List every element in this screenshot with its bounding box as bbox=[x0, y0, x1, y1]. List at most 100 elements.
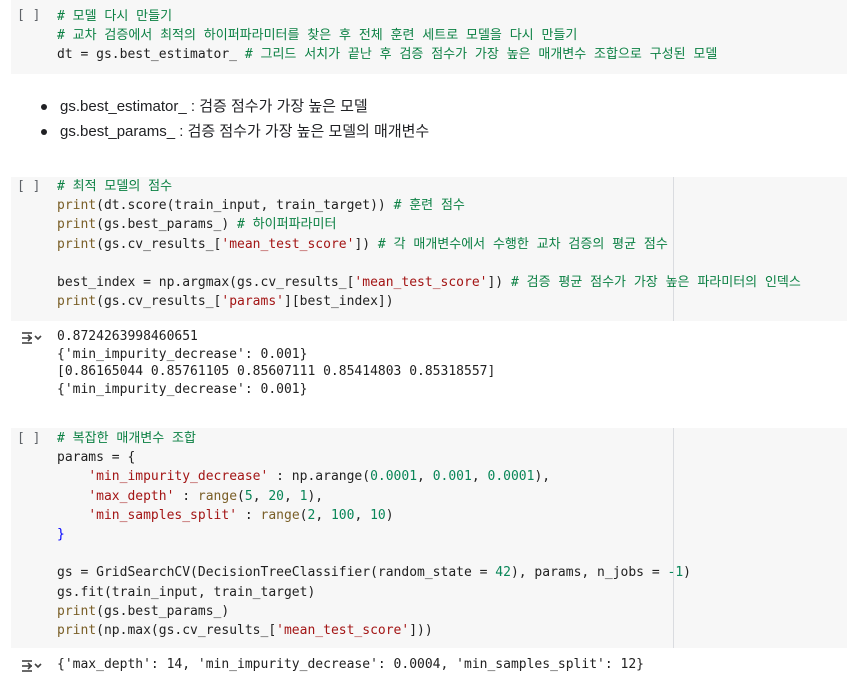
cell-3-output: {'max_depth': 14, 'min_impurity_decrease… bbox=[57, 656, 644, 674]
code-comment: # 모델 다시 만들기 bbox=[57, 9, 173, 24]
code-token: 0.0001 bbox=[370, 469, 418, 485]
code-token: gs = GridSearchCV(DecisionTreeClassifier… bbox=[57, 565, 496, 581]
code-token: (gs.best_params_) bbox=[96, 217, 238, 233]
code-comment: # 그리드 서치가 끝난 후 검증 점수가 가장 높은 매개변수 조합으로 구성… bbox=[244, 47, 718, 63]
output-line: {'min_impurity_decrease': 0.001} bbox=[57, 382, 308, 398]
code-token: } bbox=[57, 526, 65, 542]
code-line: params = { bbox=[57, 448, 691, 467]
code-token: 42 bbox=[495, 565, 511, 581]
code-comment: # 검증 평균 점수가 가장 높은 파라미터의 인덱스 bbox=[510, 274, 801, 290]
code-line: dt = gs.best_estimator_ # 그리드 서치가 끝난 후 검… bbox=[57, 45, 717, 64]
code-token: ]) bbox=[487, 274, 511, 290]
code-line: } bbox=[57, 525, 691, 544]
code-cell-3-editor[interactable]: # 복잡한 매개변수 조합 params = { 'min_impurity_de… bbox=[57, 429, 691, 640]
code-token: ), params, n_jobs = bbox=[510, 565, 668, 581]
code-token: 100 bbox=[330, 507, 355, 523]
code-token: ), bbox=[534, 469, 551, 485]
code-token: 20 bbox=[268, 488, 284, 504]
code-token: ), bbox=[307, 488, 324, 504]
code-token: , bbox=[417, 469, 433, 485]
run-cell-1-button[interactable]: [ ] bbox=[17, 8, 40, 23]
code-token: ) bbox=[683, 565, 691, 581]
code-line: print(np.max(gs.cv_results_['mean_test_s… bbox=[57, 621, 691, 640]
code-comment: # 복잡한 매개변수 조합 bbox=[57, 431, 196, 446]
bullet-code: gs.best_estimator_ bbox=[60, 98, 187, 115]
code-token: , bbox=[354, 507, 371, 523]
output-line: [0.86165044 0.85761105 0.85607111 0.8541… bbox=[57, 364, 496, 380]
output-line: {'max_depth': 14, 'min_impurity_decrease… bbox=[57, 657, 644, 672]
code-line: gs.fit(train_input, train_target) bbox=[57, 583, 691, 602]
code-line: gs = GridSearchCV(DecisionTreeClassifier… bbox=[57, 563, 691, 582]
code-line: # 교차 검증에서 최적의 하이퍼파라미터를 찾은 후 전체 훈련 세트로 모델… bbox=[57, 26, 717, 45]
code-line: # 복잡한 매개변수 조합 bbox=[57, 429, 691, 448]
code-line: print(gs.best_params_) # 하이퍼파라미터 bbox=[57, 215, 801, 234]
code-line: # 최적 모델의 점수 bbox=[57, 177, 801, 196]
code-token: , bbox=[252, 488, 269, 504]
code-token: print bbox=[57, 622, 97, 638]
code-cell-2-editor[interactable]: # 최적 모델의 점수 print(dt.score(train_input, t… bbox=[57, 177, 801, 311]
code-string: 'mean_test_score' bbox=[221, 236, 355, 252]
code-comment: # 훈련 점수 bbox=[393, 198, 465, 214]
code-string: 'mean_test_score' bbox=[276, 622, 410, 638]
code-line: print(gs.best_params_) bbox=[57, 602, 691, 621]
run-cell-3-button[interactable]: [ ] bbox=[17, 431, 40, 446]
code-token: , bbox=[471, 469, 488, 485]
code-token: print bbox=[57, 217, 97, 233]
code-token: (gs.cv_results_[ bbox=[96, 236, 222, 252]
code-string: 'min_samples_split' bbox=[88, 507, 238, 523]
code-line: print(gs.cv_results_['mean_test_score'])… bbox=[57, 235, 801, 254]
code-string: 'min_impurity_decrease' bbox=[88, 469, 269, 485]
code-line: best_index = np.argmax(gs.cv_results_['m… bbox=[57, 273, 801, 292]
output-toggle-icon[interactable] bbox=[21, 658, 43, 672]
code-token: 0.0001 bbox=[487, 469, 535, 485]
code-token: , bbox=[284, 488, 300, 504]
bullet-text: : 검증 점수가 가장 높은 모델 bbox=[186, 98, 368, 115]
markdown-cell: gs.best_estimator_ : 검증 점수가 가장 높은 모델 gs.… bbox=[38, 94, 429, 144]
code-line: 'min_impurity_decrease' : np.arange(0.00… bbox=[57, 467, 691, 486]
code-cell-1-editor[interactable]: # 모델 다시 만들기 # 교차 검증에서 최적의 하이퍼파라미터를 찾은 후 전… bbox=[57, 7, 717, 65]
code-token: 0.001 bbox=[432, 469, 472, 485]
code-token: -1 bbox=[667, 565, 684, 581]
code-token: ]) bbox=[354, 236, 378, 252]
code-token: 10 bbox=[370, 507, 386, 523]
code-token: range bbox=[197, 488, 238, 504]
code-token: params = { bbox=[57, 450, 136, 466]
code-token: : bbox=[237, 507, 261, 523]
code-token: , bbox=[315, 507, 331, 523]
code-token: print bbox=[57, 294, 97, 310]
code-token: print bbox=[57, 198, 97, 214]
run-cell-2-button[interactable]: [ ] bbox=[17, 179, 40, 194]
code-comment: # 하이퍼파라미터 bbox=[237, 217, 337, 233]
code-line: print(dt.score(train_input, train_target… bbox=[57, 196, 801, 215]
code-comment: # 교차 검증에서 최적의 하이퍼파라미터를 찾은 후 전체 훈련 세트로 모델… bbox=[57, 28, 578, 44]
code-token: ) bbox=[385, 507, 394, 523]
code-string: 'params' bbox=[221, 294, 284, 310]
code-string: 'mean_test_score' bbox=[354, 274, 488, 290]
markdown-bullet-1: gs.best_estimator_ : 검증 점수가 가장 높은 모델 bbox=[38, 94, 429, 119]
code-token: : bbox=[174, 488, 198, 504]
code-token: : np.arange( bbox=[268, 469, 371, 485]
code-comment: # 각 매개변수에서 수행한 교차 검증의 평균 점수 bbox=[377, 236, 668, 252]
code-line: 'min_samples_split' : range(2, 100, 10) bbox=[57, 506, 691, 525]
markdown-bullet-2: gs.best_params_ : 검증 점수가 가장 높은 모델의 매개변수 bbox=[38, 119, 429, 144]
code-token: ( bbox=[237, 488, 245, 504]
output-toggle-icon[interactable] bbox=[21, 330, 43, 344]
code-line: # 모델 다시 만들기 bbox=[57, 7, 717, 26]
code-comment: # 최적 모델의 점수 bbox=[57, 179, 173, 194]
code-string: 'max_depth' bbox=[88, 488, 175, 504]
code-token: ][best_index]) bbox=[284, 294, 394, 310]
code-line: print(gs.cv_results_['params'][best_inde… bbox=[57, 292, 801, 311]
bullet-code: gs.best_params_ bbox=[60, 123, 176, 140]
code-token: 5 bbox=[244, 488, 253, 504]
bullet-text: : 검증 점수가 가장 높은 모델의 매개변수 bbox=[175, 123, 430, 140]
code-token: (np.max(gs.cv_results_[ bbox=[96, 622, 277, 638]
code-token: print bbox=[57, 603, 97, 619]
code-token: best_index = np.argmax(gs.cv_results_[ bbox=[57, 274, 355, 290]
code-token: (gs.best_params_) bbox=[96, 603, 230, 619]
output-line: {'min_impurity_decrease': 0.001} bbox=[57, 346, 308, 362]
code-token: print bbox=[57, 236, 97, 252]
